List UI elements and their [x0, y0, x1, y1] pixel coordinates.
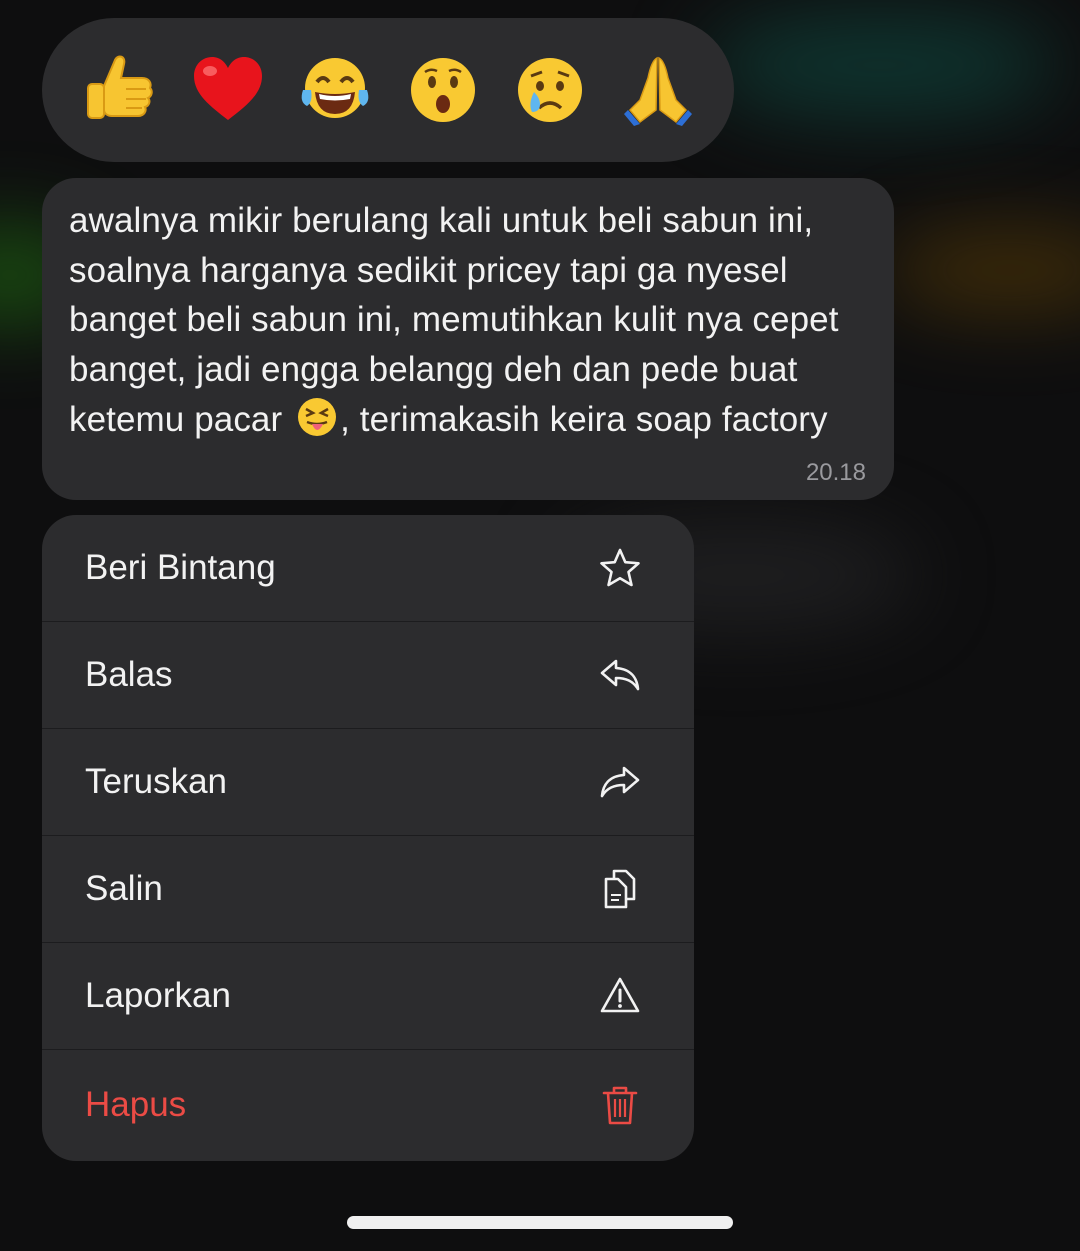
menu-item-label: Beri Bintang	[85, 548, 276, 587]
menu-item-label: Salin	[85, 869, 163, 908]
message-timestamp: 20.18	[805, 459, 866, 486]
menu-item-forward[interactable]: Teruskan	[42, 729, 694, 836]
red-heart-emoji[interactable]	[190, 52, 266, 128]
menu-item-label: Balas	[85, 655, 173, 694]
surprised-face-emoji[interactable]	[405, 52, 481, 128]
folded-hands-emoji[interactable]	[620, 52, 696, 128]
reply-icon	[598, 653, 642, 697]
crying-face-icon	[518, 58, 583, 122]
star-icon	[598, 546, 642, 590]
message-text: awalnya mikir berulang kali untuk beli s…	[69, 196, 869, 445]
context-menu: Beri Bintang Balas Teruskan Salin Lapork…	[42, 515, 694, 1161]
tears-of-joy-icon	[301, 58, 369, 118]
menu-item-label: Hapus	[85, 1085, 187, 1124]
menu-item-label: Laporkan	[85, 976, 231, 1015]
menu-item-reply[interactable]: Balas	[42, 622, 694, 729]
warning-icon	[598, 974, 642, 1018]
menu-item-copy[interactable]: Salin	[42, 836, 694, 943]
menu-item-report[interactable]: Laporkan	[42, 943, 694, 1050]
trash-icon	[598, 1083, 642, 1127]
message-bubble[interactable]: awalnya mikir berulang kali untuk beli s…	[42, 178, 894, 500]
menu-item-label: Teruskan	[85, 762, 228, 801]
menu-item-delete[interactable]: Hapus	[42, 1050, 694, 1160]
message-text-part: , terimakasih keira soap factory	[340, 399, 828, 439]
copy-icon	[598, 867, 642, 911]
reaction-bar	[42, 18, 734, 162]
screen: awalnya mikir berulang kali untuk beli s…	[0, 0, 1080, 1251]
background-glow	[880, 230, 1080, 310]
forward-icon	[598, 760, 642, 804]
crying-face-emoji[interactable]	[512, 52, 588, 128]
surprised-face-icon	[410, 58, 475, 122]
folded-hands-icon	[623, 56, 692, 126]
thumbs-up-icon	[87, 55, 153, 119]
squinting-face-with-tongue-emoji	[298, 397, 337, 436]
tears-of-joy-emoji[interactable]	[297, 52, 373, 128]
menu-item-star[interactable]: Beri Bintang	[42, 515, 694, 622]
home-indicator[interactable]	[347, 1216, 733, 1229]
background-glow	[700, 10, 1060, 120]
thumbs-up-emoji[interactable]	[82, 52, 158, 128]
heart-icon	[193, 57, 262, 120]
